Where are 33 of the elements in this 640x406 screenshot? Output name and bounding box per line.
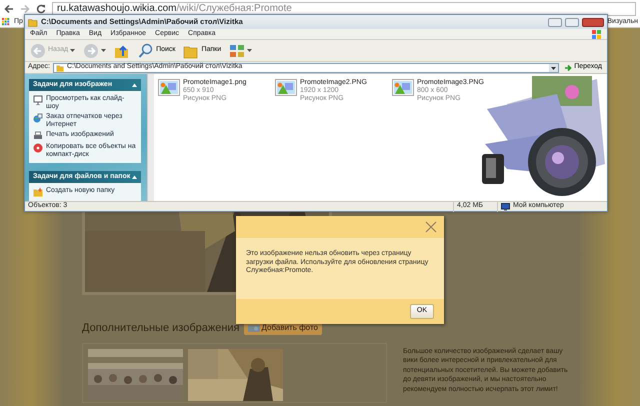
dropdown-icon[interactable] (549, 64, 558, 72)
views-icon (229, 42, 246, 58)
close-button[interactable] (582, 18, 604, 26)
forward-icon[interactable] (20, 4, 30, 14)
collapse-icon[interactable] (132, 175, 137, 179)
search-icon (138, 42, 154, 58)
reload-icon[interactable] (36, 4, 46, 14)
views-button[interactable] (229, 42, 252, 58)
forward-icon (83, 42, 100, 58)
windows-logo-icon (591, 29, 602, 39)
printer-icon (33, 131, 43, 141)
back-icon (30, 42, 46, 58)
close-icon (425, 221, 437, 233)
caret-icon (101, 48, 106, 52)
apps-icon[interactable] (2, 18, 10, 26)
caret-icon (247, 48, 252, 52)
section-heading: Дополнительные изображения (82, 321, 240, 336)
computer-icon (501, 202, 510, 210)
globe-icon (33, 113, 43, 123)
image-file-icon (392, 79, 414, 96)
minimize-button[interactable] (548, 18, 562, 26)
photo-icon (248, 324, 260, 332)
arrow-icon (564, 64, 572, 72)
disc-icon (33, 143, 43, 153)
scrollbar[interactable] (147, 74, 154, 201)
slideshow-icon (33, 95, 43, 105)
back-icon[interactable] (4, 4, 14, 14)
maximize-button[interactable] (565, 18, 579, 26)
new-folder-icon (33, 187, 43, 197)
collapse-icon[interactable] (132, 83, 137, 87)
image-file-icon (275, 79, 297, 96)
image-file-icon (158, 79, 180, 96)
caret-icon (70, 48, 76, 52)
